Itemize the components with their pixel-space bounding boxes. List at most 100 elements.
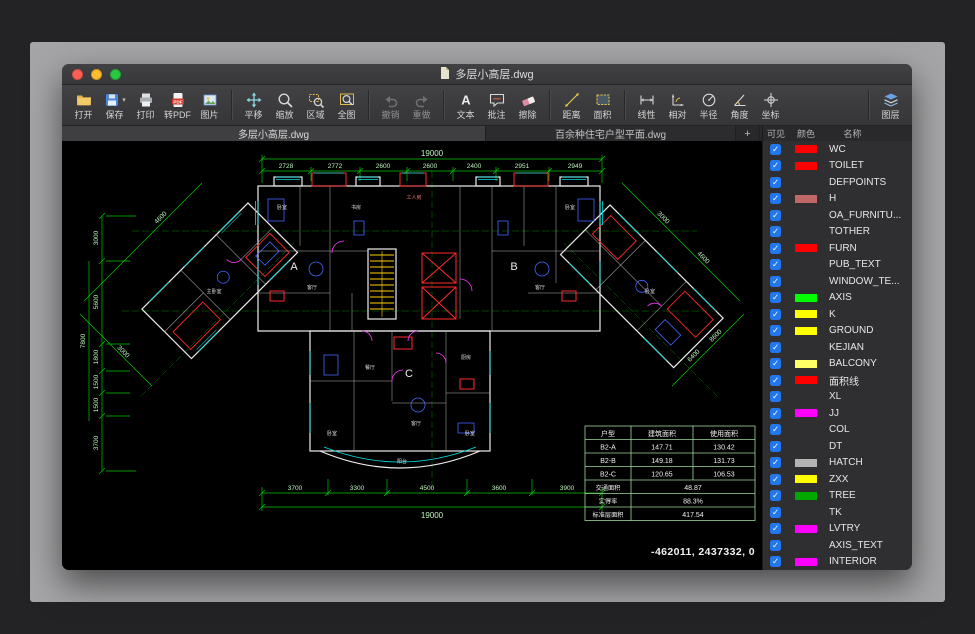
layer-visibility-checkbox[interactable]: ✓ (770, 408, 781, 419)
layer-visibility-checkbox[interactable]: ✓ (770, 160, 781, 171)
close-button[interactable] (72, 69, 83, 80)
new-tab-button[interactable]: + (736, 126, 760, 141)
layer-row[interactable]: ✓ TREE (763, 488, 912, 505)
layers-button[interactable]: 图层 (875, 86, 906, 124)
layer-visibility-checkbox[interactable]: ✓ (770, 226, 781, 237)
layer-row[interactable]: ✓ ZXX (763, 471, 912, 488)
layer-row[interactable]: ✓ WINDOW_TE... (763, 273, 912, 290)
toolbar-label: 图层 (881, 110, 899, 120)
floorplan-drawing[interactable]: 19000 2728 2772 2600 2600 2400 2951 2949… (62, 141, 762, 570)
layer-visibility-checkbox[interactable]: ✓ (770, 292, 781, 303)
layer-row[interactable]: ✓ H (763, 191, 912, 208)
tab-document-1[interactable]: 多层小高层.dwg (62, 126, 486, 141)
layer-visibility-checkbox[interactable]: ✓ (770, 391, 781, 402)
layer-row[interactable]: ✓ KEJIAN (763, 339, 912, 356)
export-image-button[interactable]: 图片 (194, 86, 225, 124)
svg-text:48.87: 48.87 (684, 485, 702, 492)
title-bar[interactable]: 多层小高层.dwg (62, 64, 912, 85)
layer-row[interactable]: ✓ AXIS_TEXT (763, 537, 912, 554)
layer-visibility-checkbox[interactable]: ✓ (770, 424, 781, 435)
layer-row[interactable]: ✓ FURN (763, 240, 912, 257)
dim-angle-button[interactable]: 角度 (724, 86, 755, 124)
layer-row[interactable]: ✓ COL (763, 422, 912, 439)
layer-visibility-checkbox[interactable]: ✓ (770, 325, 781, 336)
text-tool-button[interactable]: A 文本 (450, 86, 481, 124)
layer-row[interactable]: ✓ DT (763, 438, 912, 455)
dim-radius-button[interactable]: 半径 (693, 86, 724, 124)
layer-color-swatch (795, 558, 817, 566)
layer-row[interactable]: ✓ DEFPOINTS (763, 174, 912, 191)
redo-button[interactable]: 重做 (406, 86, 437, 124)
layer-visibility-checkbox[interactable]: ✓ (770, 144, 781, 155)
tab-document-2[interactable]: 百余种住宅户型平面.dwg (486, 126, 736, 141)
layer-row[interactable]: ✓ HATCH (763, 455, 912, 472)
layer-name: BALCONY (829, 358, 877, 369)
layer-row[interactable]: ✓ GROUND (763, 323, 912, 340)
layer-visibility-checkbox[interactable]: ✓ (770, 193, 781, 204)
dim-coordinate-button[interactable]: 坐标 (755, 86, 786, 124)
measure-area-button[interactable]: 面积 (587, 86, 618, 124)
layer-row[interactable]: ✓ K (763, 306, 912, 323)
zoom-button[interactable] (110, 69, 121, 80)
layer-row[interactable]: ✓ TK (763, 504, 912, 521)
measure-distance-button[interactable]: 距离 (556, 86, 587, 124)
layer-visibility-checkbox[interactable]: ✓ (770, 309, 781, 320)
layer-visibility-checkbox[interactable]: ✓ (770, 457, 781, 468)
erase-button[interactable]: 擦除 (512, 86, 543, 124)
layer-visibility-checkbox[interactable]: ✓ (770, 375, 781, 386)
layer-visibility-checkbox[interactable]: ✓ (770, 523, 781, 534)
layer-visibility-checkbox[interactable]: ✓ (770, 259, 781, 270)
check-icon: ✓ (770, 490, 781, 501)
layer-visibility-checkbox[interactable]: ✓ (770, 177, 781, 188)
dim-linear-button[interactable]: 线性 (631, 86, 662, 124)
pan-button[interactable]: 平移 (238, 86, 269, 124)
print-button[interactable]: 打印 (130, 86, 161, 124)
svg-text:147.71: 147.71 (651, 445, 673, 452)
layer-visibility-checkbox[interactable]: ✓ (770, 474, 781, 485)
layer-visibility-checkbox[interactable]: ✓ (770, 342, 781, 353)
zoom-fit-button[interactable]: 全图 (331, 86, 362, 124)
svg-text:建筑面积: 建筑面积 (648, 429, 676, 438)
minimize-button[interactable] (91, 69, 102, 80)
layer-visibility-checkbox[interactable]: ✓ (770, 540, 781, 551)
window-title: 多层小高层.dwg (62, 64, 912, 84)
layer-row[interactable]: ✓ INTERIOR (763, 554, 912, 571)
check-icon: ✓ (770, 276, 781, 287)
toolbar-divider (231, 90, 232, 120)
layer-row[interactable]: ✓ 面积线 (763, 372, 912, 389)
layer-visibility-checkbox[interactable]: ✓ (770, 210, 781, 221)
annotate-button[interactable]: 批注 (481, 86, 512, 124)
layer-row[interactable]: ✓ TOILET (763, 158, 912, 175)
open-button[interactable]: 打开 (68, 86, 99, 124)
layer-visibility-checkbox[interactable]: ✓ (770, 556, 781, 567)
layer-row[interactable]: ✓ XL (763, 389, 912, 406)
export-pdf-button[interactable]: PDF 转PDF (161, 86, 194, 124)
layer-row[interactable]: ✓ JJ (763, 405, 912, 422)
layer-name: HATCH (829, 457, 863, 468)
layer-row[interactable]: ✓ AXIS (763, 290, 912, 307)
save-button[interactable]: ▾ 保存 (99, 86, 130, 124)
toolbar-label: 半径 (700, 110, 718, 120)
drawing-canvas[interactable]: 19000 2728 2772 2600 2600 2400 2951 2949… (62, 141, 762, 570)
toolbar-label: 全图 (338, 110, 356, 120)
layer-name: JJ (829, 408, 839, 419)
linear-dimension-icon (638, 90, 656, 109)
zoom-region-button[interactable]: 区域 (300, 86, 331, 124)
layer-visibility-checkbox[interactable]: ✓ (770, 441, 781, 452)
undo-button[interactable]: 撤销 (375, 86, 406, 124)
dim-relative-button[interactable]: 相对 (662, 86, 693, 124)
layer-row[interactable]: ✓ WC (763, 141, 912, 158)
layer-row[interactable]: ✓ PUB_TEXT (763, 257, 912, 274)
zoom-button-tool[interactable]: 缩放 (269, 86, 300, 124)
layer-visibility-checkbox[interactable]: ✓ (770, 490, 781, 501)
layer-visibility-checkbox[interactable]: ✓ (770, 243, 781, 254)
layer-row[interactable]: ✓ BALCONY (763, 356, 912, 373)
layer-color-swatch (795, 525, 817, 533)
layer-row[interactable]: ✓ TOTHER (763, 224, 912, 241)
svg-text:2600: 2600 (376, 163, 391, 170)
layer-visibility-checkbox[interactable]: ✓ (770, 276, 781, 287)
layer-row[interactable]: ✓ OA_FURNITU... (763, 207, 912, 224)
layer-visibility-checkbox[interactable]: ✓ (770, 358, 781, 369)
layer-visibility-checkbox[interactable]: ✓ (770, 507, 781, 518)
layer-row[interactable]: ✓ LVTRY (763, 521, 912, 538)
